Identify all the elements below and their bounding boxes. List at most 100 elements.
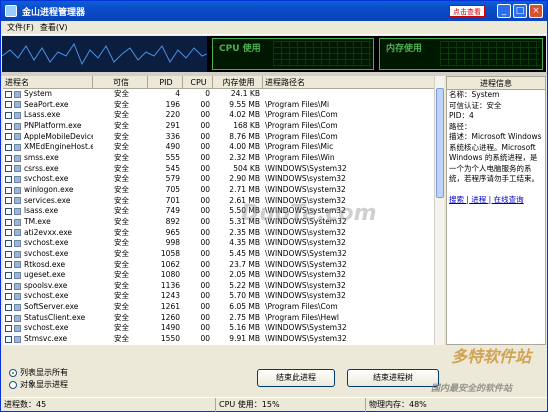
cell-memory: 2.35 MB: [229, 227, 260, 237]
row-checkbox[interactable]: [5, 197, 12, 205]
col-path[interactable]: 进程路径名: [263, 76, 443, 89]
option-show-trusted[interactable]: 对象显示进程: [9, 379, 68, 390]
row-checkbox[interactable]: [5, 240, 12, 248]
menu-view[interactable]: 查看(V): [40, 22, 68, 33]
row-checkbox[interactable]: [5, 314, 12, 322]
memory-usage-panel: 内存使用: [379, 38, 543, 70]
row-checkbox[interactable]: [5, 325, 12, 333]
detail-trust: 可信认证：安全: [449, 100, 502, 110]
row-checkbox[interactable]: [5, 229, 12, 237]
col-memory[interactable]: 内存使用: [213, 76, 263, 89]
radio-show-trusted[interactable]: [9, 380, 17, 389]
table-row[interactable]: Lsass.exe 安全 220 00 4.02 MB \Program Files\Co…: [3, 110, 434, 121]
cell-process-name: winlogon.exe: [3, 185, 93, 196]
cell-cpu: 00: [200, 184, 210, 194]
row-checkbox[interactable]: [5, 282, 12, 290]
process-name: System: [24, 89, 52, 98]
cell-path: [263, 89, 434, 100]
activity-wave: [2, 36, 207, 72]
table-row[interactable]: svchost.exe 安全 1243 00 5.70 MB \WINDOWS\syste…: [3, 291, 434, 302]
row-checkbox[interactable]: [5, 165, 12, 173]
row-checkbox[interactable]: [5, 293, 12, 301]
table-row[interactable]: svchost.exe 安全 1490 00 5.16 MB \WINDOWS\Syste…: [3, 323, 434, 334]
process-icon: [14, 293, 21, 301]
window-title: 金山进程管理器: [22, 7, 86, 18]
row-checkbox[interactable]: [5, 303, 12, 311]
option-show-all[interactable]: 列表显示所有: [9, 367, 68, 378]
cell-process-name: spoolsv.exe: [3, 281, 93, 292]
process-list-scrollbar[interactable]: [434, 76, 444, 345]
maximize-icon[interactable]: □: [513, 4, 527, 18]
row-checkbox[interactable]: [5, 133, 12, 141]
row-checkbox[interactable]: [5, 112, 12, 120]
cell-pid: 998: [165, 238, 180, 248]
cell-memory: 2.71 MB: [229, 184, 260, 194]
cell-path: \WINDOWS\System32: [265, 248, 347, 258]
menu-file[interactable]: 文件(F): [7, 22, 34, 33]
row-checkbox[interactable]: [5, 186, 12, 194]
cell-trust: 安全: [114, 206, 129, 216]
table-row[interactable]: svchost.exe 安全 579 00 2.90 MB \WINDOWS\system…: [3, 174, 434, 185]
memory-graph: [440, 41, 540, 67]
cell-memory: 5.16 MB: [229, 323, 260, 333]
row-checkbox[interactable]: [5, 90, 12, 98]
table-row[interactable]: PNPlatform.exe 安全 291 00 168 KB \Program File…: [3, 121, 434, 132]
radio-show-all[interactable]: [9, 368, 17, 377]
cell-process-name: System: [3, 89, 93, 100]
detail-links[interactable]: 搜索 | 进程 | 在线查询: [447, 195, 545, 206]
row-checkbox[interactable]: [5, 271, 12, 279]
table-row[interactable]: Stmsvc.exe 安全 1550 00 9.91 MB \WINDOWS\System…: [3, 334, 434, 345]
table-row[interactable]: AppleMobileDeviceService.exe 安全 336 00 8.76 …: [3, 132, 434, 143]
process-icon: [14, 122, 21, 130]
cell-path: \WINDOWS\system32: [265, 184, 346, 194]
cell-memory: 5.22 MB: [229, 280, 260, 290]
row-checkbox[interactable]: [5, 208, 12, 216]
table-row[interactable]: spoolsv.exe 安全 1136 00 5.22 MB \WINDOWS\syste…: [3, 281, 434, 292]
col-pid[interactable]: PID: [148, 76, 183, 89]
table-row[interactable]: ati2evxx.exe 安全 965 00 2.35 MB \WINDOWS\syste…: [3, 228, 434, 239]
cell-memory: 2.32 MB: [229, 152, 260, 162]
table-row[interactable]: svchost.exe 安全 1058 00 5.45 MB \WINDOWS\Syste…: [3, 249, 434, 260]
close-icon[interactable]: ×: [529, 4, 543, 18]
scrollbar-thumb[interactable]: [436, 88, 444, 198]
end-process-tree-button[interactable]: 结束进程树: [347, 369, 439, 387]
process-icon: [14, 229, 21, 237]
process-name: SeaPort.exe: [24, 99, 69, 109]
table-row[interactable]: ugeset.exe 安全 1080 00 2.05 MB \WINDOWS\system…: [3, 270, 434, 281]
row-checkbox[interactable]: [5, 101, 12, 109]
table-row[interactable]: StatusClient.exe 安全 1260 00 2.75 MB \Program …: [3, 313, 434, 324]
table-row[interactable]: Rtkosd.exe 安全 1062 00 23.7 MB \WINDOWS\System…: [3, 260, 434, 271]
process-name: svchost.exe: [24, 238, 69, 248]
row-checkbox[interactable]: [5, 250, 12, 258]
process-name: SoftServer.exe: [24, 302, 79, 312]
table-row[interactable]: svchost.exe 安全 998 00 4.35 MB \WINDOWS\system…: [3, 238, 434, 249]
cell-cpu: 00: [200, 334, 210, 344]
col-process-name[interactable]: 进程名: [3, 76, 93, 89]
promo-badge[interactable]: 点击查看: [449, 5, 485, 17]
table-row[interactable]: smss.exe 安全 555 00 2.32 MB \Program Files\Win: [3, 153, 434, 164]
detail-path: 路径：: [449, 121, 472, 131]
row-checkbox[interactable]: [5, 122, 12, 130]
cell-trust: 安全: [114, 248, 129, 258]
row-checkbox[interactable]: [5, 218, 12, 226]
table-row[interactable]: SoftServer.exe 安全 1261 00 6.05 MB \Program Fi…: [3, 302, 434, 313]
row-checkbox[interactable]: [5, 176, 12, 184]
row-checkbox[interactable]: [5, 144, 12, 152]
process-icon: [14, 165, 21, 173]
table-row[interactable]: System 安全 4 0 24.1 KB: [3, 89, 434, 100]
table-row[interactable]: winlogon.exe 安全 705 00 2.71 MB \WINDOWS\syste…: [3, 185, 434, 196]
table-row[interactable]: SeaPort.exe 安全 196 00 9.55 MB \Program Files\…: [3, 100, 434, 111]
minimize-icon[interactable]: _: [497, 4, 511, 18]
col-trust[interactable]: 可信: [93, 76, 148, 89]
table-row[interactable]: csrss.exe 安全 545 00 504 KB \WINDOWS\System32: [3, 164, 434, 175]
process-table-header: 进程名 可信 PID CPU 内存使用 进程路径名: [3, 76, 443, 89]
table-row[interactable]: XMEdEngineHost.exe 安全 490 00 4.00 MB \Program…: [3, 142, 434, 153]
end-process-button[interactable]: 结束此进程: [257, 369, 335, 387]
row-checkbox[interactable]: [5, 335, 12, 343]
cell-trust: 安全: [114, 302, 129, 312]
row-checkbox[interactable]: [5, 261, 12, 269]
row-checkbox[interactable]: [5, 154, 12, 162]
cell-pid: 1260: [160, 312, 180, 322]
cell-pid: 1550: [160, 334, 180, 344]
col-cpu[interactable]: CPU: [183, 76, 213, 89]
